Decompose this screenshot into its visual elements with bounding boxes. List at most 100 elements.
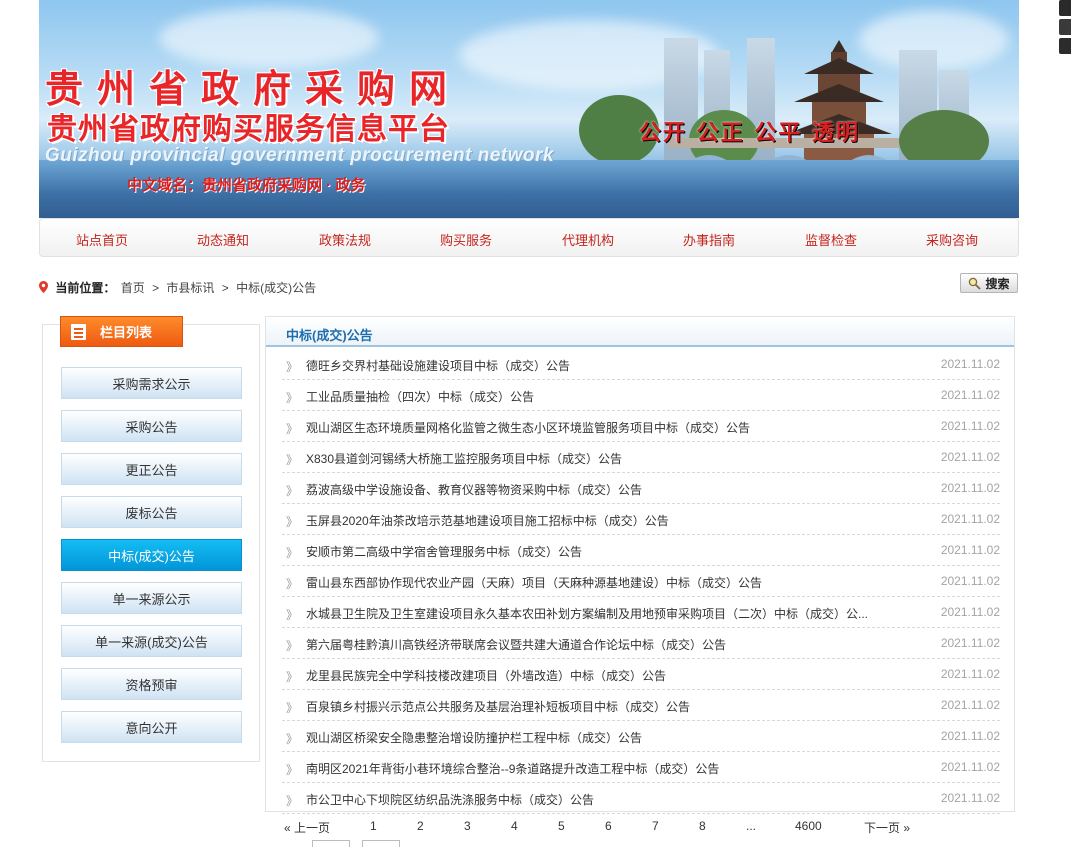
list-title: 中标(成交)公告	[286, 328, 373, 343]
list-item[interactable]: 》第六届粤桂黔滇川高铁经济带联席会议暨共建大通道合作论坛中标（成交）公告 2021…	[282, 628, 1000, 659]
list-item-date: 2021.11.02	[940, 667, 1000, 681]
pager-next[interactable]: 下一页 »	[864, 819, 910, 836]
breadcrumb-current[interactable]: 中标(成交)公告	[236, 281, 316, 295]
list-item-title[interactable]: 荔波高级中学设施设备、教育仪器等物资采购中标（成交）公告	[306, 481, 876, 498]
pager-page[interactable]: 8	[699, 819, 706, 833]
list-item-date: 2021.11.02	[940, 698, 1000, 712]
site-english-title: Guizhou provincial government procuremen…	[45, 145, 555, 166]
list-item-date: 2021.11.02	[940, 450, 1000, 464]
breadcrumb-separator: >	[152, 281, 160, 295]
breadcrumb-home[interactable]: 首页	[121, 281, 145, 295]
nav-purchase-service[interactable]: 购买服务	[416, 230, 516, 249]
list-item-title[interactable]: 水城县卫生院及卫生室建设项目永久基本农田补划方案编制及用地预审采购项目（二次）中…	[306, 605, 876, 622]
nav-supervision[interactable]: 监督检查	[781, 230, 881, 249]
list-item-date: 2021.11.02	[940, 512, 1000, 526]
double-chevron-icon: 》	[286, 422, 299, 436]
double-chevron-icon: 》	[286, 794, 299, 808]
sidebar-item-cancel[interactable]: 废标公告	[61, 496, 242, 528]
list-item-title[interactable]: 龙里县民族完全中学科技楼改建项目（外墙改造）中标（成交）公告	[306, 667, 876, 684]
nav-policy[interactable]: 政策法规	[295, 230, 395, 249]
list-item-date: 2021.11.02	[940, 760, 1000, 774]
list-item-title[interactable]: X830县道剑河锡绣大桥施工监控服务项目中标（成交）公告	[306, 450, 876, 467]
list-item-date: 2021.11.02	[940, 481, 1000, 495]
list-item-title[interactable]: 安顺市第二高级中学宿舍管理服务中标（成交）公告	[306, 543, 876, 560]
double-chevron-icon: 》	[286, 484, 299, 498]
list-item[interactable]: 》观山湖区生态环境质量网格化监管之微生态小区环境监管服务项目中标（成交）公告 20…	[282, 411, 1000, 442]
pager-go-button[interactable]	[362, 840, 400, 847]
sidebar-item-intention[interactable]: 意向公开	[61, 711, 242, 743]
list-item[interactable]: 》龙里县民族完全中学科技楼改建项目（外墙改造）中标（成交）公告 2021.11.0…	[282, 659, 1000, 690]
list-item[interactable]: 》百泉镇乡村振兴示范点公共服务及基层治理补短板项目中标（成交）公告 2021.11…	[282, 690, 1000, 721]
list-header: 中标(成交)公告	[266, 317, 1014, 347]
sidebar-item-notice[interactable]: 采购公告	[61, 410, 242, 442]
list-item[interactable]: 》安顺市第二高级中学宿舍管理服务中标（成交）公告 2021.11.02	[282, 535, 1000, 566]
sidebar-item-demand[interactable]: 采购需求公示	[61, 367, 242, 399]
pager-page[interactable]: 2	[417, 819, 424, 833]
list-item-date: 2021.11.02	[940, 791, 1000, 805]
list-item-title[interactable]: 观山湖区桥梁安全隐患整治增设防撞护栏工程中标（成交）公告	[306, 729, 876, 746]
sidebar-heading: 栏目列表	[60, 316, 183, 347]
breadcrumb-separator: >	[221, 281, 229, 295]
pager-page[interactable]: 3	[464, 819, 471, 833]
list-item-title[interactable]: 德旺乡交界村基础设施建设项目中标（成交）公告	[306, 357, 876, 374]
list-item-date: 2021.11.02	[940, 388, 1000, 402]
double-chevron-icon: 》	[286, 701, 299, 715]
list-item[interactable]: 》观山湖区桥梁安全隐患整治增设防撞护栏工程中标（成交）公告 2021.11.02	[282, 721, 1000, 752]
list-item[interactable]: 》荔波高级中学设施设备、教育仪器等物资采购中标（成交）公告 2021.11.02	[282, 473, 1000, 504]
list-item-title[interactable]: 南明区2021年背街小巷环境综合整治--9条道路提升改造工程中标（成交）公告	[306, 760, 876, 777]
breadcrumb-county[interactable]: 市县标讯	[166, 281, 214, 295]
nav-home[interactable]: 站点首页	[52, 230, 152, 249]
pager-page[interactable]: 7	[652, 819, 659, 833]
double-chevron-icon: 》	[286, 515, 299, 529]
nav-guide[interactable]: 办事指南	[659, 230, 759, 249]
main-nav: 站点首页 动态通知 政策法规 购买服务 代理机构 办事指南 监督检查 采购咨询	[39, 218, 1019, 257]
search-button-label: 搜索	[985, 276, 1010, 291]
list-item-date: 2021.11.02	[940, 574, 1000, 588]
side-toolbar[interactable]	[1059, 0, 1071, 60]
sidebar-item-single-source[interactable]: 单一来源公示	[61, 582, 242, 614]
double-chevron-icon: 》	[286, 577, 299, 591]
list-item-date: 2021.11.02	[940, 357, 1000, 371]
double-chevron-icon: 》	[286, 608, 299, 622]
list-item[interactable]: 》雷山县东西部协作现代农业产园（天麻）项目（天麻种源基地建设）中标（成交）公告 2…	[282, 566, 1000, 597]
pager-prev[interactable]: « 上一页	[284, 819, 330, 836]
header-banner: 贵州省政府采购网 贵州省政府购买服务信息平台 Guizhou provincia…	[39, 0, 1019, 218]
pager-page[interactable]: 6	[605, 819, 612, 833]
double-chevron-icon: 》	[286, 453, 299, 467]
pager-page[interactable]: 1	[370, 819, 377, 833]
double-chevron-icon: 》	[286, 732, 299, 746]
list-item-title[interactable]: 第六届粤桂黔滇川高铁经济带联席会议暨共建大通道合作论坛中标（成交）公告	[306, 636, 876, 653]
sidebar-heading-label: 栏目列表	[100, 325, 153, 340]
list-item-title[interactable]: 市公卫中心下坝院区纺织品洗涤服务中标（成交）公告	[306, 791, 876, 808]
sidebar-item-single-source-award[interactable]: 单一来源(成交)公告	[61, 625, 242, 657]
list-item[interactable]: 》玉屏县2020年油茶改培示范基地建设项目施工招标中标（成交）公告 2021.11…	[282, 504, 1000, 535]
nav-news[interactable]: 动态通知	[173, 230, 273, 249]
double-chevron-icon: 》	[286, 639, 299, 653]
list-item-title[interactable]: 玉屏县2020年油茶改培示范基地建设项目施工招标中标（成交）公告	[306, 512, 876, 529]
list-item-title[interactable]: 百泉镇乡村振兴示范点公共服务及基层治理补短板项目中标（成交）公告	[306, 698, 876, 715]
list-item[interactable]: 》 X830县道剑河锡绣大桥施工监控服务项目中标（成交）公告 2021.11.02	[282, 442, 1000, 473]
list-item[interactable]: 》市公卫中心下坝院区纺织品洗涤服务中标（成交）公告 2021.11.02	[282, 783, 1000, 814]
list-item[interactable]: 》工业品质量抽检（四次）中标（成交）公告 2021.11.02	[282, 380, 1000, 411]
list-item-title[interactable]: 工业品质量抽检（四次）中标（成交）公告	[306, 388, 876, 405]
pager-page-last[interactable]: 4600	[795, 819, 822, 833]
list-item-title[interactable]: 雷山县东西部协作现代农业产园（天麻）项目（天麻种源基地建设）中标（成交）公告	[306, 574, 876, 591]
list-item-title[interactable]: 观山湖区生态环境质量网格化监管之微生态小区环境监管服务项目中标（成交）公告	[306, 419, 876, 436]
pager-page[interactable]: 5	[558, 819, 565, 833]
double-chevron-icon: 》	[286, 763, 299, 777]
list-item[interactable]: 》南明区2021年背街小巷环境综合整治--9条道路提升改造工程中标（成交）公告 2…	[282, 752, 1000, 783]
sidebar-item-correction[interactable]: 更正公告	[61, 453, 242, 485]
nav-consult[interactable]: 采购咨询	[902, 230, 1002, 249]
list-item[interactable]: 》德旺乡交界村基础设施建设项目中标（成交）公告 2021.11.02	[282, 349, 1000, 380]
list-item[interactable]: 》水城县卫生院及卫生室建设项目永久基本农田补划方案编制及用地预审采购项目（二次）…	[282, 597, 1000, 628]
breadcrumb: 当前位置： 首页 > 市县标讯 > 中标(成交)公告	[39, 279, 318, 296]
search-button[interactable]: 搜索	[960, 273, 1018, 293]
pager-page[interactable]: 4	[511, 819, 518, 833]
map-pin-icon	[39, 281, 48, 293]
pager-input[interactable]	[312, 840, 350, 847]
nav-agency[interactable]: 代理机构	[538, 230, 638, 249]
list-item-date: 2021.11.02	[940, 729, 1000, 743]
sidebar-item-award[interactable]: 中标(成交)公告	[61, 539, 242, 571]
double-chevron-icon: 》	[286, 360, 299, 374]
sidebar-item-prequalification[interactable]: 资格预审	[61, 668, 242, 700]
